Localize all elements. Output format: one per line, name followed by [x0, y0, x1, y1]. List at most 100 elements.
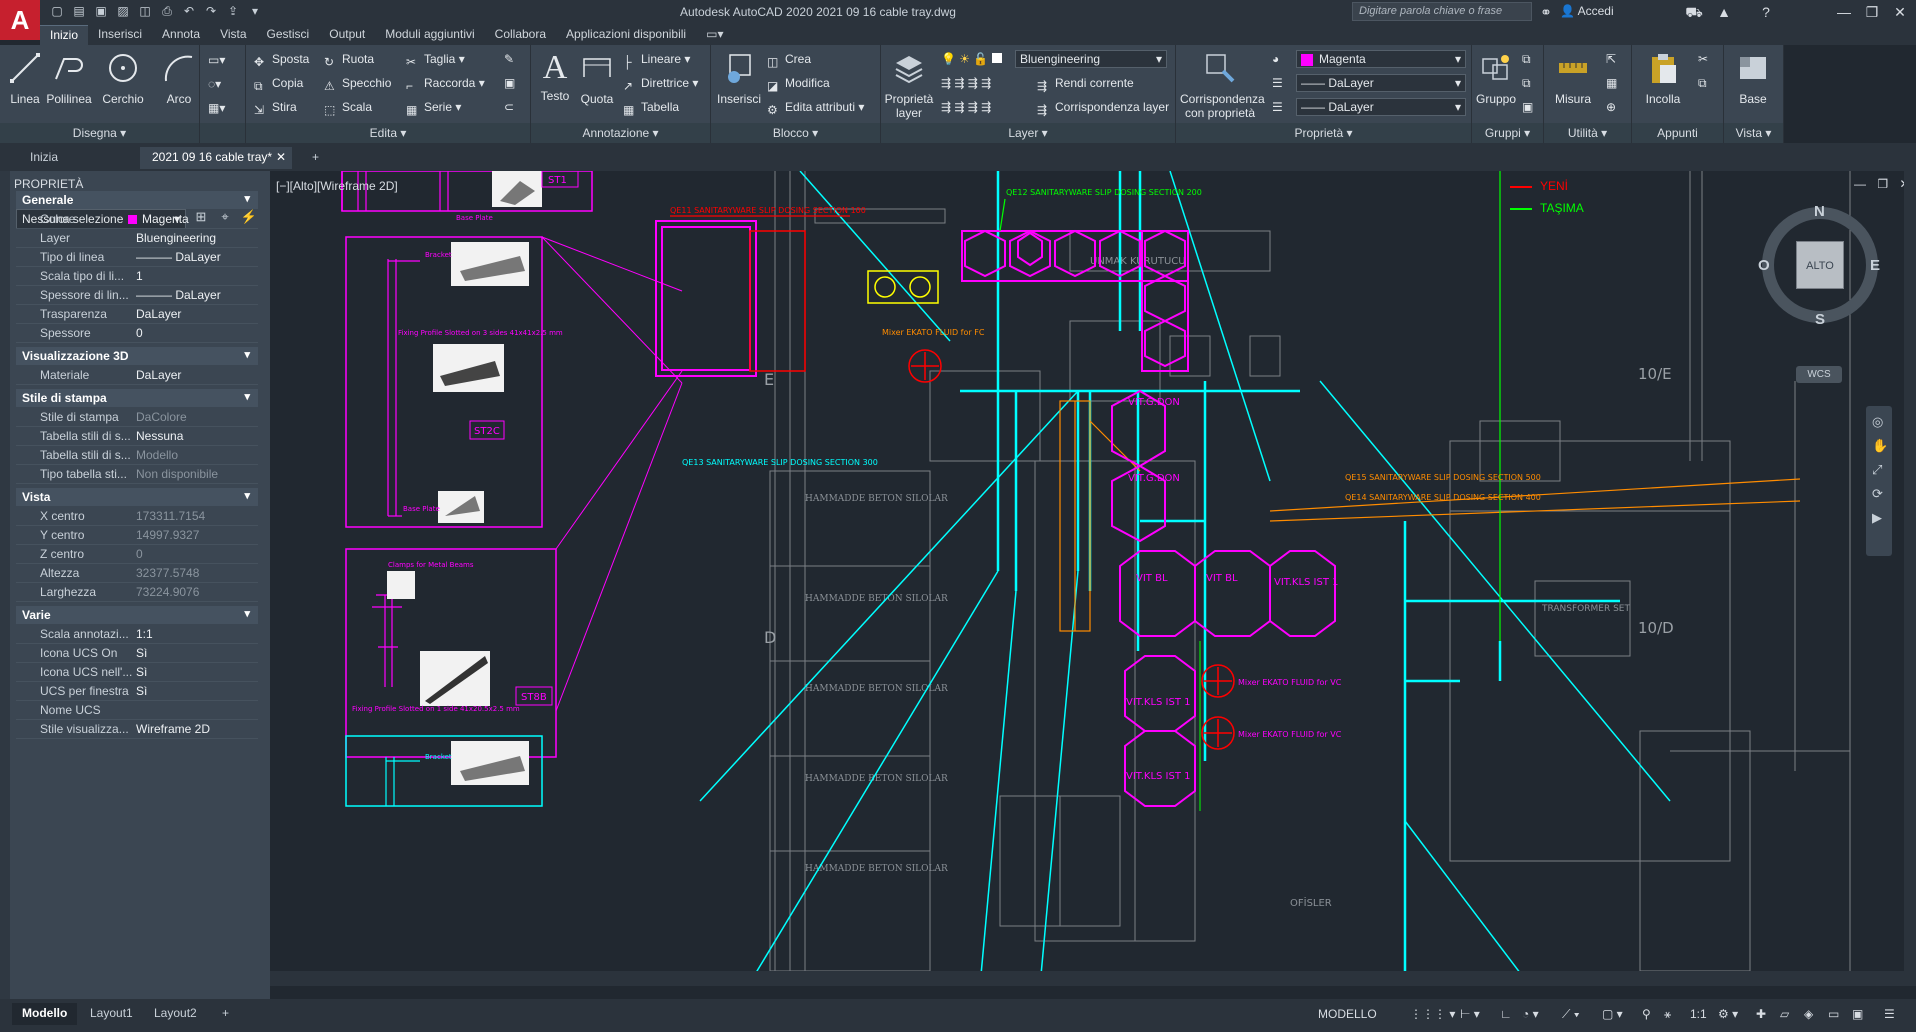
- property-value[interactable]: Wireframe 2D: [136, 722, 258, 736]
- vertical-scrollbar[interactable]: [1904, 171, 1916, 986]
- property-value[interactable]: Sì: [136, 665, 258, 679]
- close-tab-icon[interactable]: ✕: [276, 150, 286, 164]
- explode-icon[interactable]: ▣: [504, 74, 515, 92]
- array-button[interactable]: ▦ Serie ▾: [406, 98, 461, 117]
- calculator-icon[interactable]: ▦: [1606, 74, 1617, 92]
- units-icon[interactable]: ▱: [1780, 1007, 1789, 1021]
- mirror-button[interactable]: ⚠ Specchio: [324, 74, 391, 93]
- showmotion-icon[interactable]: ▶: [1872, 510, 1886, 526]
- tab-annota[interactable]: Annota: [152, 25, 210, 45]
- category-vista[interactable]: Vista: [16, 488, 258, 506]
- rectangle-icon[interactable]: ▭▾: [208, 51, 225, 69]
- base-view-button[interactable]: Base: [1730, 49, 1776, 119]
- property-value[interactable]: 0: [136, 547, 258, 561]
- stretch-button[interactable]: ⇲ Stira: [254, 98, 297, 117]
- property-row[interactable]: Stile di stampa DaColore: [16, 408, 258, 427]
- color-wheel-icon[interactable]: ◕: [1272, 50, 1279, 68]
- isolate-objects-icon[interactable]: ◈: [1804, 1007, 1813, 1021]
- linear-button[interactable]: ├ Lineare ▾: [623, 50, 690, 69]
- ortho-icon[interactable]: ∟: [1500, 1007, 1512, 1021]
- text-button[interactable]: A Testo: [535, 49, 575, 119]
- panel-gruppi-title[interactable]: Gruppi ▾: [1472, 123, 1543, 143]
- line-button[interactable]: Linea: [2, 49, 48, 119]
- drawing-area[interactable]: E D 10/E 10/D HAMMADDE BETON SILOLAR HAM…: [270, 171, 1916, 986]
- ungroup-icon[interactable]: ⧉: [1522, 50, 1531, 68]
- tab-collabora[interactable]: Collabora: [485, 25, 556, 45]
- property-value[interactable]: 1: [136, 269, 258, 283]
- share-icon[interactable]: ⇪: [226, 4, 240, 18]
- property-row[interactable]: Stile visualizza... Wireframe 2D: [16, 720, 258, 739]
- snap-mode-icon[interactable]: ⊢ ▾: [1460, 1007, 1480, 1021]
- horizontal-scrollbar[interactable]: [270, 971, 1904, 986]
- plot-icon[interactable]: ⎙: [160, 4, 174, 18]
- property-row[interactable]: Tabella stili di s... Modello: [16, 446, 258, 465]
- autocad-logo[interactable]: A: [0, 0, 40, 40]
- wcs-menu[interactable]: WCS: [1796, 366, 1842, 383]
- property-row[interactable]: Z centro 0: [16, 545, 258, 564]
- linetype-dropdown[interactable]: —— DaLayer ▾: [1296, 74, 1466, 92]
- annotation-scale-icon[interactable]: ⚹: [1664, 1007, 1671, 1022]
- offset-icon[interactable]: ⊂: [504, 98, 514, 116]
- copy-button[interactable]: ⧉ Copia: [254, 74, 303, 93]
- rotate-button[interactable]: ↻ Ruota: [324, 50, 374, 69]
- property-value[interactable]: 73224.9076: [136, 585, 258, 599]
- property-row[interactable]: Tabella stili di s... Nessuna: [16, 427, 258, 446]
- orbit-icon[interactable]: ⟳: [1872, 486, 1886, 502]
- property-row[interactable]: Larghezza 73224.9076: [16, 583, 258, 602]
- cart-icon[interactable]: ⛟: [1680, 2, 1708, 22]
- customization-menu-icon[interactable]: ☰: [1884, 1007, 1895, 1021]
- panel-layer-title[interactable]: Layer ▾: [881, 123, 1175, 143]
- hardware-acceleration-icon[interactable]: ▭: [1828, 1007, 1839, 1021]
- viewport-minimize-icon[interactable]: —: [1854, 177, 1866, 191]
- category-varie[interactable]: Varie: [16, 606, 258, 624]
- ribbon-options-icon[interactable]: ▭▾: [696, 25, 733, 45]
- category-stile[interactable]: Stile di stampa: [16, 389, 258, 407]
- tab-inserisci[interactable]: Inserisci: [88, 25, 152, 45]
- property-row[interactable]: Colore Magenta: [16, 210, 258, 229]
- property-value[interactable]: ——— DaLayer: [136, 250, 258, 264]
- lineweight-dropdown[interactable]: —— DaLayer ▾: [1296, 98, 1466, 116]
- binoculars-icon[interactable]: ⚭: [1532, 2, 1560, 22]
- viewport-controls-label[interactable]: [−][Alto][Wireframe 2D]: [276, 179, 398, 193]
- copy-clip-icon[interactable]: ⧉: [1698, 74, 1707, 92]
- help-icon[interactable]: ?: [1752, 2, 1780, 22]
- property-value[interactable]: 0: [136, 326, 258, 340]
- property-row[interactable]: Scala annotazi... 1:1: [16, 625, 258, 644]
- tab-inizio[interactable]: Inizio: [40, 25, 89, 45]
- property-row[interactable]: Y centro 14997.9327: [16, 526, 258, 545]
- scale-button[interactable]: ⬚ Scala: [324, 98, 372, 117]
- save-icon[interactable]: ▣: [94, 4, 108, 18]
- autodesk-a360-icon[interactable]: ▲: [1710, 2, 1738, 22]
- zoom-extents-icon[interactable]: ⤢: [1872, 462, 1886, 478]
- property-value[interactable]: DaColore: [136, 410, 258, 424]
- insert-block-button[interactable]: Inserisci: [717, 49, 761, 119]
- layer-dropdown[interactable]: Bluengineering ▾: [1015, 50, 1167, 68]
- category-generale[interactable]: Generale: [16, 191, 258, 209]
- property-value[interactable]: Modello: [136, 448, 258, 462]
- panel-utilita-title[interactable]: Utilità ▾: [1544, 123, 1631, 143]
- restore-icon[interactable]: ❐: [1858, 2, 1886, 22]
- panel-vista-title[interactable]: Vista ▾: [1724, 123, 1783, 143]
- property-row[interactable]: Icona UCS On Sì: [16, 644, 258, 663]
- tab-document[interactable]: 2021 09 16 cable tray* ✕: [140, 147, 292, 169]
- property-row[interactable]: X centro 173311.7154: [16, 507, 258, 526]
- new-tab-icon[interactable]: +: [300, 147, 331, 169]
- viewcube[interactable]: ALTO N S E O: [1756, 201, 1884, 329]
- tab-applicazioni[interactable]: Applicazioni disponibili: [556, 25, 696, 45]
- edit-attributes-button[interactable]: ⚙ Edita attributi ▾: [767, 98, 864, 117]
- tab-gestisci[interactable]: Gestisci: [257, 25, 320, 45]
- group-button[interactable]: Gruppo: [1474, 49, 1518, 119]
- viewport-restore-icon[interactable]: ❐: [1877, 177, 1888, 191]
- property-row[interactable]: Scala tipo di li... 1: [16, 267, 258, 286]
- compass-north[interactable]: N: [1814, 203, 1825, 220]
- edit-block-button[interactable]: ◪ Modifica: [767, 74, 830, 93]
- property-row[interactable]: Nome UCS: [16, 701, 258, 720]
- workspace-gear-icon[interactable]: ⚙ ▾: [1718, 1007, 1738, 1021]
- viewcube-face[interactable]: ALTO: [1796, 241, 1844, 289]
- compass-south[interactable]: S: [1815, 311, 1825, 328]
- object-snap-icon[interactable]: ▢ ▾: [1602, 1007, 1623, 1021]
- save-as-icon[interactable]: ▨: [116, 4, 130, 18]
- annotation-scale-value[interactable]: 1:1: [1690, 1007, 1707, 1021]
- compass-west[interactable]: O: [1758, 257, 1770, 274]
- add-scale-icon[interactable]: ✚: [1756, 1007, 1766, 1021]
